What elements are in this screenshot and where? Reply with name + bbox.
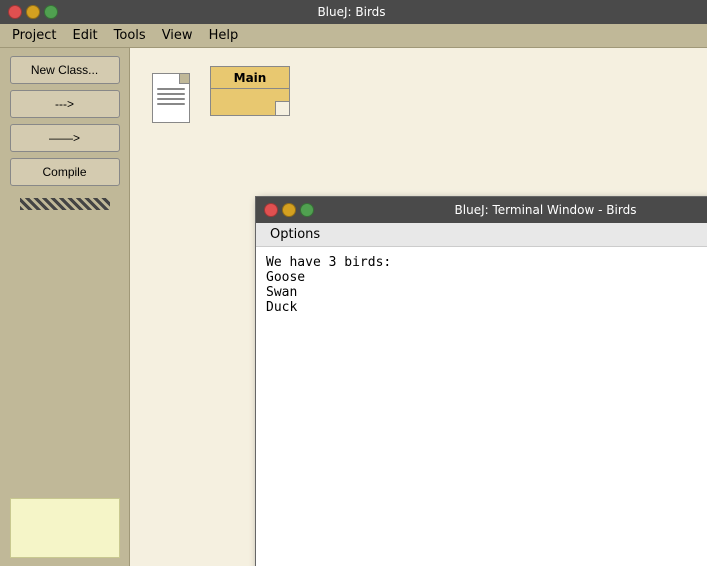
- new-class-button[interactable]: New Class...: [10, 56, 120, 84]
- sidebar: New Class... ---> ——> Compile: [0, 48, 130, 566]
- menu-tools[interactable]: Tools: [106, 26, 154, 45]
- diagram-area: Main BlueJ: Terminal Window - Birds: [130, 48, 707, 566]
- doc-line-2: [157, 93, 185, 95]
- class-box-corner: [275, 101, 289, 115]
- arrow-solid-label: ——>: [49, 131, 80, 145]
- menu-help[interactable]: Help: [201, 26, 247, 45]
- doc-icon-fold: [179, 74, 189, 84]
- minimize-button[interactable]: [26, 5, 40, 19]
- window-title: BlueJ: Birds: [64, 5, 639, 19]
- terminal-menu-bar: Options: [256, 223, 707, 247]
- maximize-button[interactable]: [44, 5, 58, 19]
- close-button[interactable]: [8, 5, 22, 19]
- terminal-content: We have 3 birds: Goose Swan Duck: [256, 247, 707, 566]
- doc-line-3: [157, 98, 185, 100]
- terminal-close-button[interactable]: [264, 203, 278, 217]
- main-class-box[interactable]: Main: [210, 66, 290, 116]
- arrow-right-label: --->: [55, 97, 74, 111]
- doc-line-4: [157, 103, 185, 105]
- separator: [20, 198, 110, 210]
- title-bar-buttons: [8, 5, 58, 19]
- main-window: BlueJ: Birds Project Edit Tools View Hel…: [0, 0, 707, 566]
- arrow-solid-button[interactable]: ——>: [10, 124, 120, 152]
- note-pad: [10, 498, 120, 558]
- arrow-right-button[interactable]: --->: [10, 90, 120, 118]
- main-class-header: Main: [210, 66, 290, 88]
- content-area: New Class... ---> ——> Compile: [0, 48, 707, 566]
- document-icon: [152, 73, 194, 125]
- terminal-window: BlueJ: Terminal Window - Birds Options W…: [255, 196, 707, 566]
- title-bar: BlueJ: Birds: [0, 0, 707, 24]
- terminal-maximize-button[interactable]: [300, 203, 314, 217]
- menu-edit[interactable]: Edit: [64, 26, 105, 45]
- doc-line-1: [157, 88, 185, 90]
- terminal-menu-options[interactable]: Options: [262, 225, 328, 244]
- terminal-title-buttons: [264, 203, 314, 217]
- menu-project[interactable]: Project: [4, 26, 64, 45]
- menu-view[interactable]: View: [154, 26, 201, 45]
- compile-button[interactable]: Compile: [10, 158, 120, 186]
- terminal-minimize-button[interactable]: [282, 203, 296, 217]
- terminal-title-bar: BlueJ: Terminal Window - Birds: [256, 197, 707, 223]
- doc-icon-body: [152, 73, 190, 123]
- menu-bar: Project Edit Tools View Help: [0, 24, 707, 48]
- terminal-title: BlueJ: Terminal Window - Birds: [320, 203, 707, 217]
- main-class-body: [210, 88, 290, 116]
